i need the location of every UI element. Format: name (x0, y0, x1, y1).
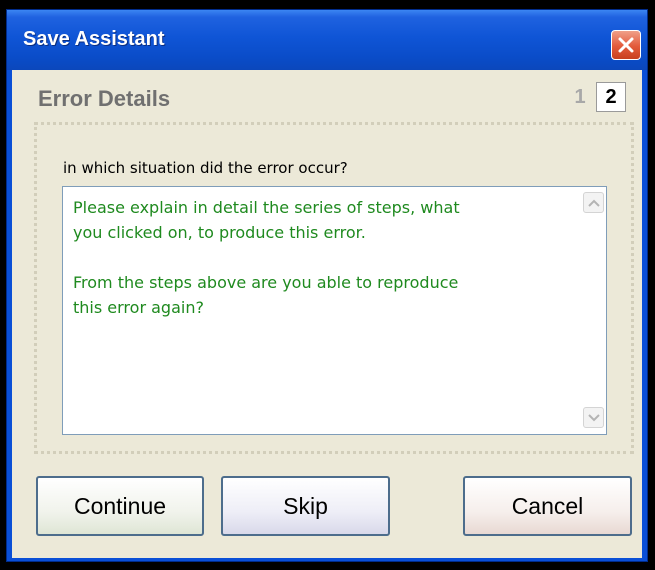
error-description-text[interactable]: Please explain in detail the series of s… (73, 195, 573, 320)
question-label: in which situation did the error occur? (63, 159, 348, 177)
chevron-down-icon (588, 414, 600, 422)
scroll-down-button[interactable] (583, 407, 604, 428)
cancel-button[interactable]: Cancel (463, 476, 632, 536)
dialog-body: Error Details 1 2 in which situation did… (12, 70, 642, 558)
chevron-up-icon (588, 199, 600, 207)
page-title: Error Details (38, 86, 171, 111)
error-description-textarea[interactable]: Please explain in detail the series of s… (62, 186, 607, 435)
step-indicator-1: 1 (574, 86, 586, 108)
title-bar[interactable]: Save Assistant (7, 10, 647, 70)
save-assistant-window: Save Assistant Error Details 1 2 in whic… (6, 9, 648, 562)
step-indicator-2-current: 2 (596, 82, 626, 112)
window-title: Save Assistant (23, 28, 165, 50)
close-button[interactable] (611, 30, 641, 60)
vertical-scrollbar[interactable] (582, 188, 606, 433)
continue-button[interactable]: Continue (36, 476, 204, 536)
screenshot-frame: Save Assistant Error Details 1 2 in whic… (0, 0, 655, 570)
skip-button[interactable]: Skip (221, 476, 390, 536)
close-icon (618, 37, 634, 53)
scroll-up-button[interactable] (583, 192, 604, 213)
